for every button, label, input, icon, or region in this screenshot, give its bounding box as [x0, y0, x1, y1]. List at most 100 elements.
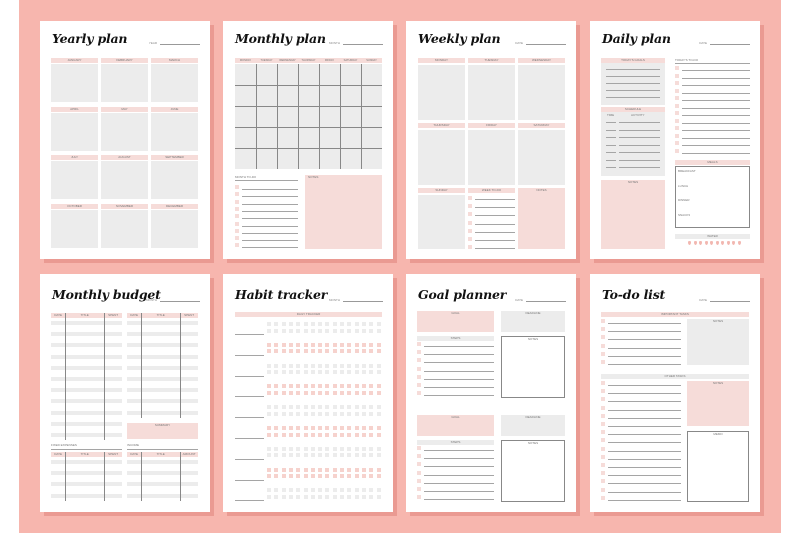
task-checkbox[interactable]: [601, 479, 605, 484]
time-line[interactable]: [606, 122, 616, 123]
goal-line[interactable]: [606, 90, 660, 91]
habit-day-box[interactable]: [332, 453, 337, 458]
habit-day-box[interactable]: [354, 411, 359, 416]
habit-day-box[interactable]: [340, 370, 344, 375]
habit-day-box[interactable]: [274, 426, 279, 430]
todo-line[interactable]: [682, 92, 750, 94]
table-row[interactable]: [51, 365, 122, 370]
habit-day-box[interactable]: [347, 384, 352, 389]
deadline-box[interactable]: Deadline: [501, 415, 565, 436]
habit-day-box[interactable]: [347, 322, 352, 326]
todo-line[interactable]: [682, 77, 750, 79]
habit-day-box[interactable]: [361, 467, 366, 472]
date-input-line[interactable]: [526, 44, 566, 45]
habit-day-box[interactable]: [288, 446, 293, 451]
habit-day-box[interactable]: [347, 432, 352, 437]
habit-day-box[interactable]: [332, 322, 337, 326]
habit-day-box[interactable]: [303, 342, 308, 347]
habit-day-box[interactable]: [296, 432, 301, 437]
water-drop-icon[interactable]: [710, 241, 713, 245]
habit-day-box[interactable]: [274, 363, 279, 368]
habit-day-box[interactable]: [318, 494, 323, 499]
step-checkbox[interactable]: [417, 391, 421, 396]
month-box[interactable]: [51, 112, 98, 151]
habit-day-box[interactable]: [267, 488, 271, 493]
goal-box[interactable]: Goal: [417, 311, 494, 332]
habit-day-box[interactable]: [303, 426, 308, 430]
habit-day-box[interactable]: [354, 467, 359, 472]
step-line[interactable]: [424, 346, 494, 347]
step-line[interactable]: [424, 466, 494, 468]
todo-line[interactable]: [242, 203, 298, 205]
day-box[interactable]: [418, 65, 465, 120]
goal-line[interactable]: [606, 97, 660, 98]
habit-day-box[interactable]: [325, 363, 330, 368]
habit-day-box[interactable]: [281, 453, 286, 458]
table-row[interactable]: [127, 354, 198, 359]
todo-line[interactable]: [682, 130, 750, 131]
habit-day-box[interactable]: [376, 390, 381, 395]
table-row[interactable]: [51, 321, 122, 325]
habit-day-box[interactable]: [281, 488, 286, 493]
summary-box[interactable]: Summary: [127, 423, 198, 439]
habit-name-line[interactable]: [235, 334, 264, 335]
habit-day-box[interactable]: [281, 432, 286, 437]
task-checkbox[interactable]: [601, 389, 605, 394]
habit-day-box[interactable]: [274, 405, 279, 410]
todo-line[interactable]: [682, 70, 750, 71]
habit-day-box[interactable]: [318, 446, 323, 451]
task-checkbox[interactable]: [601, 319, 605, 323]
habit-day-box[interactable]: [369, 390, 374, 395]
table-row[interactable]: [51, 354, 122, 359]
habit-day-box[interactable]: [288, 370, 293, 375]
habit-day-box[interactable]: [369, 342, 374, 347]
step-checkbox[interactable]: [417, 383, 421, 387]
habit-day-box[interactable]: [340, 474, 344, 479]
habit-day-box[interactable]: [369, 426, 374, 430]
habit-day-box[interactable]: [303, 432, 308, 437]
habit-day-box[interactable]: [310, 370, 315, 375]
activity-line[interactable]: [619, 129, 660, 131]
habit-day-box[interactable]: [347, 488, 352, 493]
habit-day-box[interactable]: [274, 494, 279, 499]
task-line[interactable]: [608, 467, 681, 468]
todo-line[interactable]: [242, 247, 298, 249]
habit-day-box[interactable]: [369, 488, 374, 493]
habit-day-box[interactable]: [376, 349, 381, 354]
todo-checkbox[interactable]: [235, 206, 239, 211]
date-field[interactable]: Date: [515, 298, 566, 302]
step-checkbox[interactable]: [417, 446, 421, 450]
todo-checkbox[interactable]: [675, 141, 679, 145]
habit-day-box[interactable]: [376, 405, 381, 410]
habit-day-box[interactable]: [347, 405, 352, 410]
habit-day-box[interactable]: [267, 467, 271, 472]
habit-day-box[interactable]: [296, 342, 301, 347]
habit-day-box[interactable]: [318, 411, 323, 416]
habit-day-box[interactable]: [288, 363, 293, 368]
todo-checkbox[interactable]: [235, 228, 239, 233]
todo-checkbox[interactable]: [468, 245, 472, 250]
habit-day-box[interactable]: [347, 370, 352, 375]
habit-day-box[interactable]: [274, 384, 279, 389]
habit-day-box[interactable]: [369, 411, 374, 416]
todo-checkbox[interactable]: [235, 185, 239, 189]
habit-name-line[interactable]: [235, 417, 264, 419]
habit-day-box[interactable]: [361, 432, 366, 437]
habit-day-box[interactable]: [376, 328, 381, 333]
month-box[interactable]: [151, 64, 198, 102]
step-checkbox[interactable]: [417, 358, 421, 363]
habit-day-box[interactable]: [369, 370, 374, 375]
habit-day-box[interactable]: [332, 446, 337, 451]
todo-line[interactable]: [475, 215, 515, 217]
habit-day-box[interactable]: [369, 474, 374, 479]
habit-day-box[interactable]: [274, 370, 279, 375]
habit-day-box[interactable]: [347, 363, 352, 368]
habit-day-box[interactable]: [332, 370, 337, 375]
task-line[interactable]: [608, 499, 681, 501]
task-checkbox[interactable]: [601, 471, 605, 476]
habit-day-box[interactable]: [303, 488, 308, 493]
task-line[interactable]: [608, 355, 681, 357]
habit-day-box[interactable]: [288, 405, 293, 410]
task-line[interactable]: [608, 417, 681, 419]
habit-day-box[interactable]: [318, 467, 323, 472]
